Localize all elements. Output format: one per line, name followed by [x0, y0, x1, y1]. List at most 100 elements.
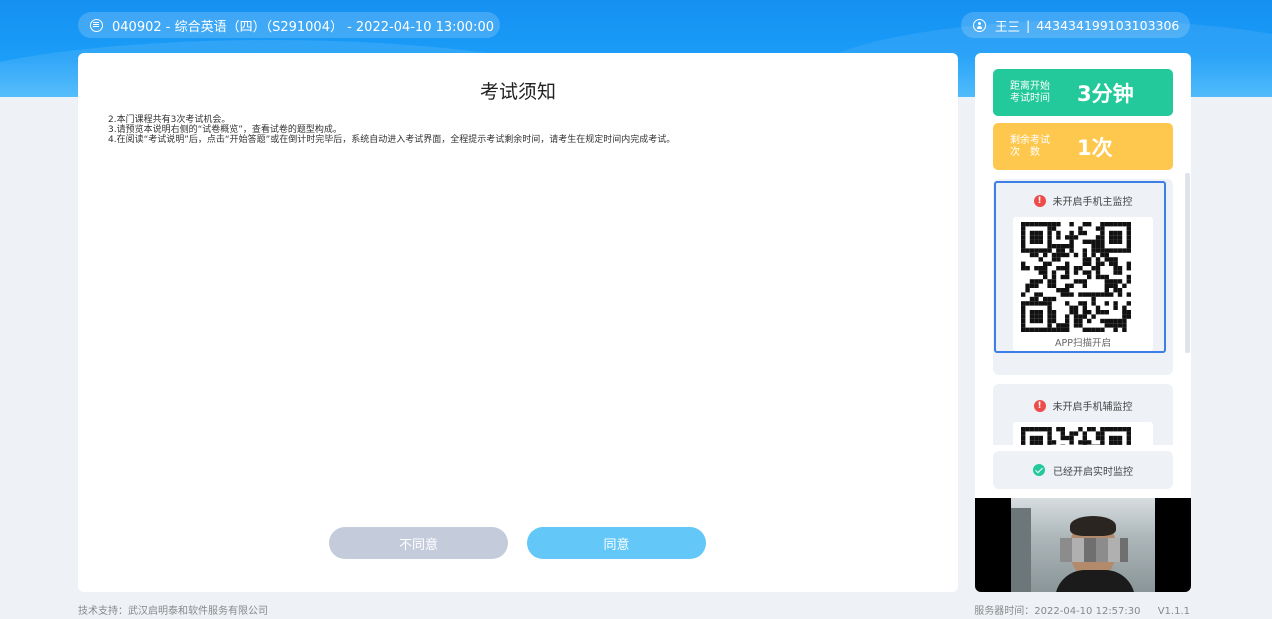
remaining-label-line: 剩余考试 — [1010, 134, 1050, 146]
qr-module — [1060, 435, 1065, 441]
webcam-preview — [975, 498, 1191, 592]
qr-module — [1060, 431, 1065, 436]
qr-module — [1117, 440, 1123, 445]
list-icon — [90, 18, 103, 32]
qr-module — [1078, 427, 1083, 432]
qr-module — [1021, 431, 1026, 436]
qr-module — [1051, 440, 1057, 445]
aux-monitor-qr-box — [1013, 422, 1153, 445]
qr-module — [1113, 427, 1118, 432]
webcam-person — [1070, 516, 1116, 536]
notice-panel: 考试须知 2.本门课程共有3次考试机会。 3.请预览本说明右侧的“试卷概览”，查… — [78, 53, 958, 592]
qr-module — [1065, 435, 1070, 441]
user-icon — [973, 18, 986, 32]
qr-module — [1038, 427, 1043, 432]
qr-module — [1047, 440, 1052, 445]
qr-module — [1038, 435, 1043, 441]
qr-module — [1095, 435, 1101, 441]
agree-button[interactable]: 同意 — [527, 527, 706, 559]
webcam-mosaic — [1060, 538, 1128, 562]
warning-icon: ! — [1033, 399, 1046, 412]
qr-module — [1069, 431, 1074, 436]
remaining-attempts-card: 剩余考试 次 数 1次 — [993, 123, 1173, 170]
qr-module — [1069, 435, 1074, 441]
qr-module — [1109, 440, 1114, 445]
qr-module — [1126, 427, 1131, 432]
server-time: 服务器时间：2022-04-10 12:57:30 — [974, 606, 1141, 617]
qr-module — [1126, 435, 1131, 441]
qr-module — [1029, 435, 1035, 441]
countdown-label-line: 距离开始 — [1010, 80, 1050, 92]
app-version: V1.1.1 — [1157, 606, 1190, 617]
disagree-button[interactable]: 不同意 — [329, 527, 508, 559]
qr-module — [1095, 431, 1101, 436]
qr-module — [1034, 427, 1039, 432]
remaining-value: 1次 — [1077, 135, 1113, 160]
selected-outline — [994, 181, 1166, 353]
qr-module — [1056, 427, 1061, 432]
exam-sidebar: 距离开始 考试时间 3分钟 剩余考试 次 数 1次 ! 未开启手机主监控 APP… — [975, 53, 1191, 592]
notice-line: 3.请预览本说明右侧的“试卷概览”，查看试卷的题型构成。 — [108, 125, 342, 135]
qr-module — [1117, 435, 1123, 441]
qr-module — [1069, 440, 1074, 445]
qr-module — [1100, 440, 1105, 445]
notice-line: 2.本门课程共有3次考试机会。 — [108, 115, 231, 125]
countdown-card: 距离开始 考试时间 3分钟 — [993, 69, 1173, 116]
qr-module — [1122, 427, 1127, 432]
qr-module — [1038, 440, 1043, 445]
live-monitor-status: 已经开启实时监控 — [993, 451, 1173, 489]
qr-module — [1029, 427, 1035, 432]
user-id: 443434199103103306 — [1036, 17, 1180, 33]
notice-line: 4.在阅读“考试说明”后，点击“开始答题”或在倒计时完毕后，系统自动进入考试界面… — [108, 135, 676, 145]
check-circle-icon — [1033, 464, 1045, 476]
webcam-background — [1011, 508, 1031, 592]
qr-module — [1100, 431, 1105, 436]
qr-module — [1117, 427, 1123, 432]
qr-code-image[interactable] — [1021, 427, 1145, 445]
main-monitor-card: ! 未开启手机主监控 APP扫描开启 — [993, 179, 1173, 375]
notice-text: 2.本门课程共有3次考试机会。 3.请预览本说明右侧的“试卷概览”，查看试卷的题… — [108, 115, 675, 145]
qr-module — [1087, 427, 1092, 432]
qr-module — [1078, 440, 1083, 445]
countdown-value: 3分钟 — [1077, 81, 1134, 106]
remaining-label: 剩余考试 次 数 — [1010, 135, 1062, 159]
remaining-label-line: 次 数 — [1010, 146, 1040, 158]
aux-monitor-status-text: 未开启手机辅监控 — [1052, 402, 1133, 413]
qr-module — [1047, 435, 1052, 441]
qr-module — [1025, 427, 1030, 432]
qr-module — [1073, 431, 1079, 436]
qr-module — [1109, 435, 1114, 441]
qr-module — [1104, 427, 1109, 432]
footer-right: 服务器时间：2022-04-10 12:57:30 V1.1.1 — [974, 602, 1190, 617]
qr-module — [1091, 427, 1096, 432]
qr-module — [1034, 435, 1039, 441]
user-info-pill: 王三 | 443434199103103306 — [961, 12, 1190, 38]
qr-module — [1021, 435, 1026, 441]
live-monitor-text: 已经开启实时监控 — [1053, 466, 1133, 478]
qr-module — [1082, 431, 1087, 436]
exam-info-pill: 040902 - 综合英语（四）（S291004） - 2022-04-10 1… — [78, 12, 500, 38]
qr-module — [1087, 440, 1092, 445]
qr-module — [1100, 427, 1105, 432]
qr-module — [1113, 435, 1118, 441]
aux-monitor-status: ! 未开启手机辅监控 — [993, 398, 1173, 413]
qr-module — [1043, 427, 1048, 432]
qr-module — [1126, 440, 1131, 445]
qr-module — [1109, 427, 1114, 432]
tech-support-text: 技术支持：武汉启明泰和软件服务有限公司 — [78, 606, 268, 617]
qr-module — [1021, 440, 1026, 445]
aux-monitor-card: ! 未开启手机辅监控 — [993, 384, 1173, 445]
qr-module — [1100, 435, 1105, 441]
qr-module — [1021, 427, 1026, 432]
qr-module — [1113, 440, 1118, 445]
countdown-label-line: 考试时间 — [1010, 92, 1050, 104]
monitor-list[interactable]: ! 未开启手机主监控 APP扫描开启 ! 未开启手机辅监控 — [993, 179, 1183, 445]
countdown-label: 距离开始 考试时间 — [1010, 81, 1062, 105]
user-name: 王三 — [995, 18, 1021, 34]
separator: | — [1026, 17, 1031, 33]
qr-module — [1082, 435, 1087, 441]
qr-module — [1126, 431, 1131, 436]
scrollbar[interactable] — [1185, 173, 1190, 353]
page-title: 考试须知 — [479, 81, 556, 103]
qr-module — [1034, 440, 1039, 445]
